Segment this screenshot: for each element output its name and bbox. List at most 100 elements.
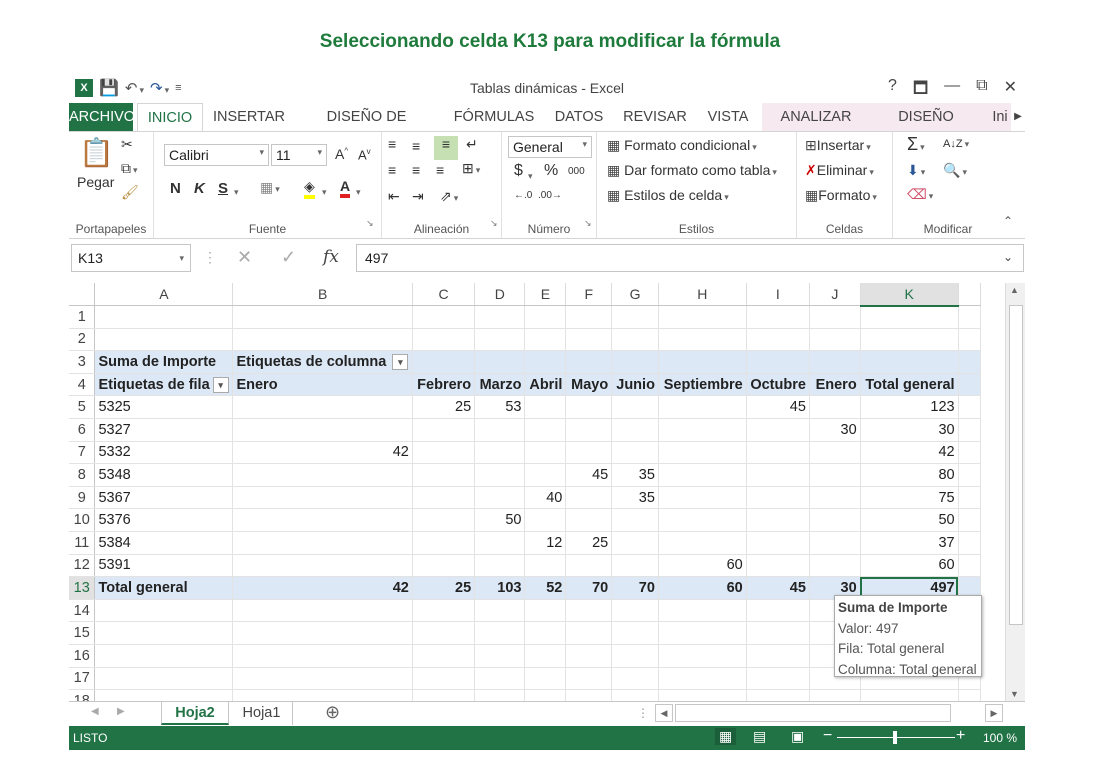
- close-button[interactable]: ✕: [1004, 77, 1017, 104]
- cell-a7[interactable]: 5332: [94, 441, 234, 465]
- cancel-formula-icon[interactable]: ✕: [237, 247, 252, 268]
- column-header-j[interactable]: J: [809, 283, 861, 307]
- tab-archivo[interactable]: ARCHIVO: [69, 103, 135, 131]
- cell-a4[interactable]: Etiquetas de fila ▾: [94, 373, 234, 397]
- tab-split-handle-icon[interactable]: ⋮: [637, 706, 649, 720]
- cell-h10[interactable]: [658, 508, 747, 533]
- cell-k2[interactable]: [860, 328, 959, 352]
- cell-c13[interactable]: 25: [412, 576, 476, 600]
- cell-f6[interactable]: [565, 418, 613, 442]
- cell-h16[interactable]: [658, 644, 747, 668]
- collapse-ribbon-icon[interactable]: ⌃: [1003, 214, 1013, 228]
- copy-icon[interactable]: ⧉ ▾: [121, 160, 138, 177]
- cell-g7[interactable]: [611, 441, 659, 465]
- minimize-button[interactable]: —: [944, 77, 960, 104]
- cell-c7[interactable]: [412, 441, 476, 465]
- cell-i5[interactable]: 45: [746, 395, 810, 420]
- cell-h5[interactable]: [658, 395, 747, 420]
- blank-cell[interactable]: [958, 486, 981, 510]
- cell-g9[interactable]: 35: [611, 486, 659, 510]
- cell-k1[interactable]: [860, 305, 959, 329]
- row-header[interactable]: 5: [69, 395, 96, 420]
- cell-c9[interactable]: [412, 486, 476, 510]
- cell-f5[interactable]: [565, 395, 613, 420]
- cell-b13[interactable]: 42: [232, 576, 413, 600]
- cell-g18[interactable]: [611, 689, 659, 701]
- orientation-icon[interactable]: ⇗ ▾: [440, 188, 458, 205]
- cell-j9[interactable]: [809, 486, 861, 510]
- merge-center-icon[interactable]: ⊞ ▾: [462, 160, 480, 177]
- cell-g14[interactable]: [611, 599, 659, 623]
- row-header[interactable]: 8: [69, 463, 96, 487]
- align-bottom-icon[interactable]: ≡: [434, 136, 458, 160]
- sort-filter-icon[interactable]: A↓Z ▾: [943, 138, 969, 150]
- increase-indent-icon[interactable]: ⇥: [412, 188, 424, 205]
- zoom-out-button[interactable]: −: [823, 727, 832, 745]
- cell-e12[interactable]: [524, 554, 567, 578]
- find-select-icon[interactable]: 🔍 ▾: [943, 162, 967, 179]
- format-as-table-button[interactable]: ▦ Dar formato como tabla ▾: [607, 162, 777, 179]
- cell-e1[interactable]: [524, 305, 567, 329]
- font-color-dropdown-icon[interactable]: ▾: [354, 182, 361, 198]
- cell-d14[interactable]: [474, 599, 526, 623]
- cell-a5[interactable]: 5325: [94, 395, 234, 420]
- cell-d8[interactable]: [474, 463, 526, 487]
- cell-j5[interactable]: [809, 395, 861, 420]
- tab-revisar[interactable]: REVISAR: [621, 103, 689, 131]
- cell-h3[interactable]: [658, 350, 747, 374]
- bold-button[interactable]: N: [170, 180, 181, 197]
- scroll-right-icon[interactable]: ▶: [985, 704, 1003, 722]
- cell-d4[interactable]: Marzo: [474, 373, 526, 397]
- cell-j18[interactable]: [809, 689, 861, 701]
- cell-k5[interactable]: 123: [860, 395, 959, 420]
- cell-i13[interactable]: 45: [746, 576, 810, 600]
- expand-formula-bar-icon[interactable]: ⌄: [1003, 250, 1013, 264]
- cell-e11[interactable]: 12: [524, 531, 567, 555]
- cell-a18[interactable]: [94, 689, 234, 701]
- cell-k3[interactable]: [860, 350, 959, 374]
- cell-a8[interactable]: 5348: [94, 463, 234, 487]
- cell-d9[interactable]: [474, 486, 526, 510]
- cell-h11[interactable]: [658, 531, 747, 555]
- shrink-font-icon[interactable]: Av: [358, 147, 371, 162]
- cell-e6[interactable]: [524, 418, 567, 442]
- row-header[interactable]: 12: [69, 554, 96, 578]
- tab-inicio-truncated[interactable]: Ini: [989, 103, 1011, 131]
- cell-c2[interactable]: [412, 328, 476, 352]
- font-size-select[interactable]: 11 ▾: [271, 144, 327, 166]
- cell-i15[interactable]: [746, 621, 810, 645]
- column-header-b[interactable]: B: [232, 283, 413, 307]
- cell-f1[interactable]: [565, 305, 613, 329]
- paste-icon[interactable]: 📋: [79, 136, 114, 169]
- vertical-scrollbar[interactable]: ▲ ▼: [1005, 283, 1025, 701]
- cell-b7[interactable]: 42: [232, 441, 413, 465]
- align-right-icon[interactable]: ≡: [436, 162, 444, 178]
- cell-k9[interactable]: 75: [860, 486, 959, 510]
- cell-a12[interactable]: 5391: [94, 554, 234, 578]
- blank-cell[interactable]: [958, 373, 981, 397]
- blank-cell[interactable]: [958, 328, 981, 352]
- cell-i10[interactable]: [746, 508, 810, 533]
- cell-b18[interactable]: [232, 689, 413, 701]
- number-format-select[interactable]: General ▾: [508, 136, 592, 158]
- cell-j10[interactable]: [809, 508, 861, 533]
- cell-b4[interactable]: Enero: [232, 373, 413, 397]
- row-header[interactable]: 1: [69, 305, 96, 329]
- cell-j3[interactable]: [809, 350, 861, 374]
- cell-i4[interactable]: Octubre: [746, 373, 810, 397]
- cell-d7[interactable]: [474, 441, 526, 465]
- tab-analizar[interactable]: ANALIZAR: [773, 103, 859, 131]
- align-top-icon[interactable]: ≡: [388, 136, 396, 152]
- ribbon-display-icon[interactable]: 🗖: [913, 77, 928, 104]
- cell-d5[interactable]: 53: [474, 395, 526, 420]
- cell-j6[interactable]: 30: [809, 418, 861, 442]
- cell-h7[interactable]: [658, 441, 747, 465]
- cell-b2[interactable]: [232, 328, 413, 352]
- cell-c11[interactable]: [412, 531, 476, 555]
- cell-f12[interactable]: [565, 554, 613, 578]
- scroll-left-icon[interactable]: ◀: [655, 704, 673, 722]
- cell-b3[interactable]: Etiquetas de columna ▾: [232, 350, 413, 374]
- zoom-slider-thumb[interactable]: [893, 731, 897, 744]
- currency-dropdown-icon[interactable]: ▾: [526, 166, 533, 182]
- cell-i17[interactable]: [746, 667, 810, 691]
